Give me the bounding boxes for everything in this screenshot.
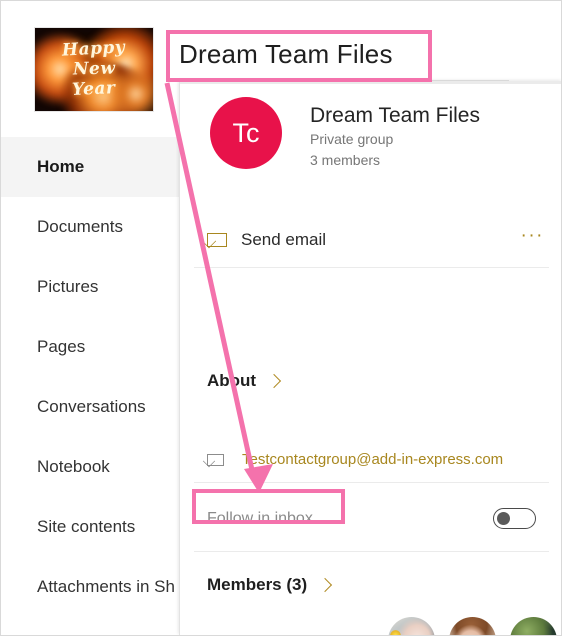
happy-new-year-fireworks-logo: Happy New Year [34,27,154,112]
follow-in-inbox-label: Follow in inbox [207,509,313,527]
member-avatar-3[interactable] [510,617,557,635]
members-label: Members (3) [207,575,308,594]
send-email-label: Send email [241,230,327,249]
envelope-icon [207,453,224,466]
group-details-panel: Tc Dream Team Files Private group 3 memb… [179,81,561,635]
group-title: Dream Team Files [310,104,480,127]
group-email-row[interactable]: Testcontactgroup@add-in-express.com [207,451,503,468]
group-avatar: Tc [210,97,282,169]
section-divider [194,551,549,552]
logo-line-1: Happy [61,37,127,61]
follow-in-inbox-row: Follow in inbox [207,508,536,529]
about-section-link[interactable]: About [207,371,282,391]
panel-top-edge [180,81,561,84]
group-meta: Dream Team Files Private group 3 members [310,97,480,171]
members-section-link[interactable]: Members (3) [207,575,333,595]
overflow-menu-icon[interactable]: ··· [521,226,544,249]
section-divider [194,482,549,483]
send-email-row[interactable]: Send email ··· [180,217,561,263]
member-avatar-1[interactable] [388,617,435,635]
page-title: Dream Team Files [179,39,393,69]
chevron-right-icon [318,577,333,593]
about-label: About [207,371,257,390]
group-header: Tc Dream Team Files Private group 3 memb… [180,97,561,171]
member-avatar-list [388,617,557,635]
follow-in-inbox-toggle[interactable] [493,508,536,529]
envelope-icon [207,233,227,247]
group-email-link[interactable]: Testcontactgroup@add-in-express.com [242,451,503,468]
logo-line-2: New [72,58,116,80]
group-member-count: 3 members [310,152,381,168]
member-avatar-2[interactable] [449,617,496,635]
sharepoint-group-page-screenshot: Happy New Year Dream Team Files Home Doc… [0,0,562,636]
section-divider [194,267,549,268]
group-privacy: Private group [310,131,394,147]
logo-text: Happy New Year [35,28,153,111]
toggle-knob [497,512,510,525]
logo-line-3: Year [71,78,117,100]
chevron-right-icon [267,373,282,389]
